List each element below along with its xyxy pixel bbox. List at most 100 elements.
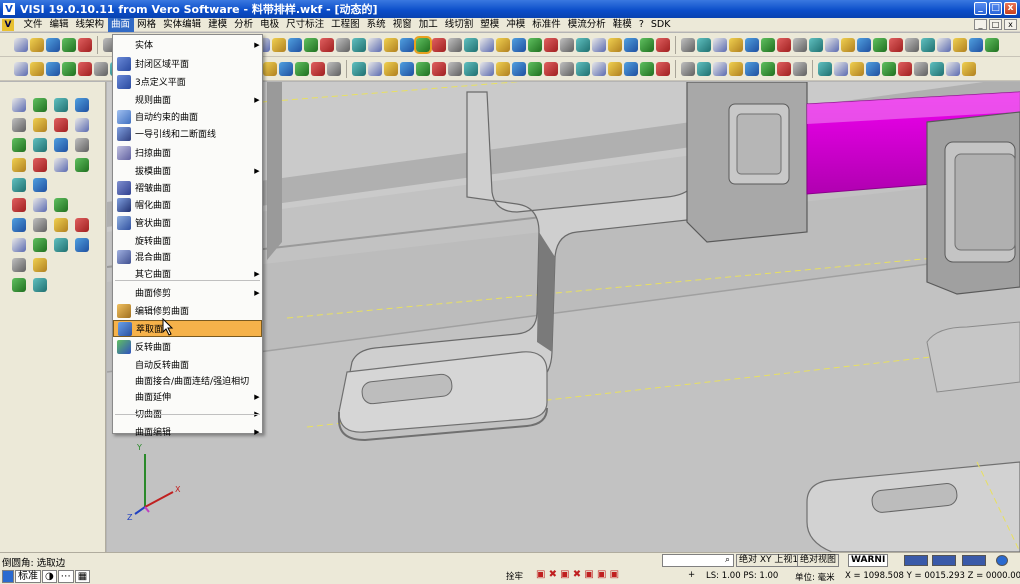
plus-icon[interactable]: + [688, 570, 695, 580]
toolbar-tool-icon[interactable] [745, 37, 759, 52]
toolbar-tool-icon[interactable] [946, 61, 960, 76]
moon-icon[interactable]: ◑ [42, 569, 57, 583]
toolbar-tool-icon[interactable] [400, 37, 414, 52]
palette-tool-icon[interactable] [10, 216, 28, 234]
toolbar-tool-icon[interactable] [608, 37, 622, 52]
dots-icon[interactable]: ⋯ [57, 569, 74, 583]
menu-system[interactable]: 系统 [363, 18, 389, 32]
toolbar-tool-icon[interactable] [400, 61, 414, 76]
palette-tool-icon[interactable] [10, 196, 28, 214]
toolbar-tool-icon[interactable] [953, 37, 967, 52]
view-xy-top[interactable]: 绝对 XY 上视1 [736, 554, 802, 567]
palette-tool-icon[interactable] [31, 156, 49, 174]
toolbar-tool-icon[interactable] [320, 37, 334, 52]
toolbar-tool-icon[interactable] [985, 37, 999, 52]
surface-menu-item[interactable]: 帽化曲面 [113, 196, 262, 213]
toolbar-tool-icon[interactable] [841, 37, 855, 52]
toolbar-tool-icon[interactable] [793, 37, 807, 52]
menu-file[interactable]: 文件 [20, 18, 46, 32]
toolbar-tool-icon[interactable] [327, 61, 341, 76]
toolbar-tool-icon[interactable] [448, 61, 462, 76]
toolbar-tool-icon[interactable] [882, 61, 896, 76]
toolbar-tool-icon[interactable] [480, 37, 494, 52]
palette-tool-icon[interactable] [52, 216, 70, 234]
toolbar-tool-icon[interactable] [640, 61, 654, 76]
surface-menu-item[interactable]: 自动反转曲面 [113, 356, 262, 373]
app-menu-icon[interactable]: V [2, 18, 14, 31]
menu-solid-edit[interactable]: 实体编辑 [160, 18, 205, 32]
palette-tool-icon[interactable] [10, 136, 28, 154]
toolbar-tool-icon[interactable] [729, 61, 743, 76]
toolbar-tool-icon[interactable] [384, 37, 398, 52]
toolbar-tool-icon[interactable] [624, 37, 638, 52]
toolbar-tool-icon[interactable] [528, 61, 542, 76]
palette-tool-icon[interactable] [73, 96, 91, 114]
toolbar-tool-icon[interactable] [62, 61, 76, 76]
toolbar-tool-icon[interactable] [681, 37, 695, 52]
toolbar-tool-icon[interactable] [14, 61, 28, 76]
toolbar-tool-icon[interactable] [14, 37, 28, 52]
menu-plastic-mold[interactable]: 塑模 [477, 18, 503, 32]
surface-menu-item[interactable]: 拔模曲面 ▶ [113, 162, 262, 179]
toolbar-tool-icon[interactable] [761, 37, 775, 52]
toolbar-tool-icon[interactable] [809, 37, 823, 52]
toolbar-tool-icon[interactable] [873, 37, 887, 52]
toolbar-tool-icon[interactable] [368, 61, 382, 76]
surface-menu-item[interactable]: 反转曲面 [113, 338, 262, 355]
close-button[interactable]: x [1004, 2, 1017, 15]
menu-modeling[interactable]: 建模 [205, 18, 231, 32]
surface-menu-item[interactable]: 3点定义平面 [113, 73, 262, 90]
toolbar-tool-icon[interactable] [697, 37, 711, 52]
toolbar-tool-icon[interactable] [761, 61, 775, 76]
palette-tool-icon[interactable] [52, 96, 70, 114]
toolbar-tool-icon[interactable] [295, 61, 309, 76]
menu-wireframe[interactable]: 线架构 [72, 18, 108, 32]
toolbar-tool-icon[interactable] [46, 61, 60, 76]
toolbar-tool-icon[interactable] [512, 37, 526, 52]
menu-surface[interactable]: 曲面 [107, 17, 134, 32]
toolbar-tool-icon[interactable] [713, 37, 727, 52]
surface-menu-item[interactable]: 自动约束的曲面 [113, 108, 262, 125]
toolbar-tool-icon[interactable] [432, 37, 446, 52]
layer-color-icon[interactable] [2, 569, 14, 583]
toolbar-tool-icon[interactable] [656, 61, 670, 76]
surface-menu-item[interactable]: 曲面接合/曲面连结/强迫相切 [113, 372, 262, 389]
toolbar-tool-icon[interactable] [624, 61, 638, 76]
toolbar-tool-icon[interactable] [818, 61, 832, 76]
toolbar-tool-icon[interactable] [889, 37, 903, 52]
toolbar-tool-icon[interactable] [745, 61, 759, 76]
maximize-button[interactable]: □ [989, 2, 1002, 15]
palette-tool-icon[interactable] [31, 196, 49, 214]
palette-tool-icon[interactable] [10, 156, 28, 174]
toolbar-tool-icon[interactable] [560, 61, 574, 76]
toolbar-tool-icon[interactable] [834, 61, 848, 76]
menu-electrode[interactable]: 电极 [257, 18, 283, 32]
palette-tool-icon[interactable] [31, 136, 49, 154]
surface-menu-item[interactable]: 曲面延伸 ▶ [113, 388, 262, 405]
toolbar-tool-icon[interactable] [304, 37, 318, 52]
toolbar-tool-icon[interactable] [681, 61, 695, 76]
palette-tool-icon[interactable] [52, 156, 70, 174]
toolbar-tool-icon[interactable] [432, 61, 446, 76]
toolbar-tool-icon[interactable] [352, 37, 366, 52]
toolbar-tool-icon[interactable] [30, 61, 44, 76]
palette-tool-icon[interactable] [10, 116, 28, 134]
doc-minimize-button[interactable]: _ [974, 19, 987, 30]
surface-menu-item[interactable]: 封闭区域平面 [113, 55, 262, 72]
palette-tool-icon[interactable] [31, 96, 49, 114]
toolbar-tool-icon[interactable] [416, 61, 430, 76]
surface-menu-item[interactable]: 规则曲面 ▶ [113, 91, 262, 108]
toolbar-tool-icon[interactable] [592, 37, 606, 52]
toolbar-tool-icon[interactable] [368, 37, 382, 52]
grid-icon[interactable]: ▦ [74, 569, 91, 583]
palette-tool-icon[interactable] [73, 216, 91, 234]
toolbar-tool-icon[interactable] [640, 37, 654, 52]
toolbar-tool-icon[interactable] [930, 61, 944, 76]
menu-standard-parts[interactable]: 标准件 [529, 18, 565, 32]
surface-menu-item[interactable]: 褶皱曲面 [113, 179, 262, 196]
toolbar-tool-icon[interactable] [969, 37, 983, 52]
toolbar-tool-icon[interactable] [94, 61, 108, 76]
palette-tool-icon[interactable] [31, 216, 49, 234]
palette-tool-icon[interactable] [73, 136, 91, 154]
toolbar-tool-icon[interactable] [576, 37, 590, 52]
